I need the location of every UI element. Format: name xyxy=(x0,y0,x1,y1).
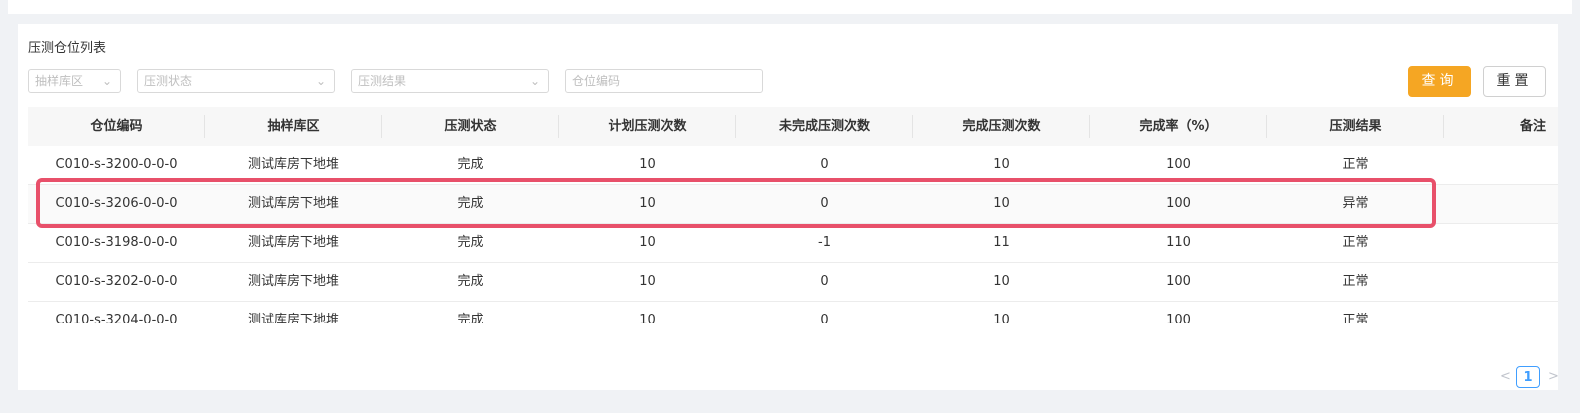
cell-finished: 10 xyxy=(993,274,1010,289)
pager-next-button[interactable]: > xyxy=(1548,366,1559,388)
col-header-unfinished: 未完成压测次数 xyxy=(736,107,913,146)
col-header-code: 仓位编码 xyxy=(28,107,205,146)
cell-code: C010-s-3200-0-0-0 xyxy=(55,157,178,172)
cell-finished: 10 xyxy=(993,157,1010,172)
cell-rate: 100 xyxy=(1166,274,1191,289)
chevron-down-icon: ⌄ xyxy=(529,74,540,88)
area-select-placeholder: 抽样库区 xyxy=(35,74,84,88)
cell-area: 测试库房下地堆 xyxy=(247,274,339,289)
cell-rate: 100 xyxy=(1166,313,1191,323)
cell-finished: 10 xyxy=(993,313,1010,323)
cell-unfinished: -1 xyxy=(818,235,831,250)
cell-unfinished: 0 xyxy=(820,157,829,172)
cell-status: 完成 xyxy=(457,274,484,289)
cell-code: C010-s-3202-0-0-0 xyxy=(55,274,178,289)
col-header-area: 抽样库区 xyxy=(205,107,382,146)
cell-unfinished: 0 xyxy=(820,196,829,211)
query-button[interactable]: 查询 xyxy=(1408,66,1471,97)
pager-current-page[interactable]: 1 xyxy=(1516,366,1540,388)
col-header-status: 压测状态 xyxy=(382,107,559,146)
col-header-finished: 完成压测次数 xyxy=(913,107,1090,146)
area-select[interactable]: 抽样库区 ⌄ xyxy=(28,69,121,93)
table-row[interactable]: C010-s-3200-0-0-0 测试库房下地堆 完成 10 0 10 100… xyxy=(28,146,1558,185)
top-panel xyxy=(8,0,1572,14)
cell-status: 完成 xyxy=(457,157,484,172)
col-header-rate: 完成率（%） xyxy=(1090,107,1267,146)
cell-unfinished: 0 xyxy=(820,313,829,323)
table-row[interactable]: C010-s-3204-0-0-0 测试库房下地堆 完成 10 0 10 100… xyxy=(28,302,1558,323)
cell-area: 测试库房下地堆 xyxy=(247,235,339,250)
code-input-placeholder: 仓位编码 xyxy=(572,74,621,88)
section-title: 压测仓位列表 xyxy=(28,41,107,56)
cell-area: 测试库房下地堆 xyxy=(247,157,339,172)
table-row[interactable]: C010-s-3202-0-0-0 测试库房下地堆 完成 10 0 10 100… xyxy=(28,263,1558,302)
cell-remark xyxy=(1444,224,1558,262)
cell-finished: 10 xyxy=(993,196,1010,211)
col-header-result: 压测结果 xyxy=(1267,107,1444,146)
cell-code: C010-s-3198-0-0-0 xyxy=(55,235,178,250)
position-table: 仓位编码 抽样库区 压测状态 计划压测次数 未完成压测次数 完成压测次数 完成率… xyxy=(28,107,1558,323)
cell-result: 正常 xyxy=(1342,157,1369,172)
position-list-panel: 压测仓位列表 抽样库区 ⌄ 压测状态 ⌄ 压测结果 ⌄ 仓位编码 查询 重置 仓… xyxy=(18,24,1559,390)
col-header-remark: 备注 xyxy=(1519,119,1546,134)
cell-area: 测试库房下地堆 xyxy=(247,196,339,211)
table-row[interactable]: C010-s-3198-0-0-0 测试库房下地堆 完成 10 -1 11 11… xyxy=(28,224,1558,263)
chevron-down-icon: ⌄ xyxy=(101,74,112,88)
cell-planned: 10 xyxy=(639,274,656,289)
cell-planned: 10 xyxy=(639,157,656,172)
cell-code: C010-s-3206-0-0-0 xyxy=(55,196,178,211)
cell-result: 正常 xyxy=(1342,235,1369,250)
cell-remark xyxy=(1444,185,1558,223)
cell-result: 异常 xyxy=(1342,196,1369,211)
cell-result: 正常 xyxy=(1342,313,1369,323)
cell-remark xyxy=(1444,263,1558,301)
cell-rate: 110 xyxy=(1166,235,1191,250)
reset-button[interactable]: 重置 xyxy=(1483,66,1546,97)
cell-remark xyxy=(1444,302,1558,323)
cell-rate: 100 xyxy=(1166,157,1191,172)
cell-rate: 100 xyxy=(1166,196,1191,211)
col-header-planned: 计划压测次数 xyxy=(559,107,736,146)
result-select[interactable]: 压测结果 ⌄ xyxy=(351,69,549,93)
cell-planned: 10 xyxy=(639,235,656,250)
cell-result: 正常 xyxy=(1342,274,1369,289)
chevron-down-icon: ⌄ xyxy=(315,74,326,88)
cell-unfinished: 0 xyxy=(820,274,829,289)
code-input[interactable]: 仓位编码 xyxy=(565,69,763,93)
table-row[interactable]: C010-s-3206-0-0-0 测试库房下地堆 完成 10 0 10 100… xyxy=(28,185,1558,224)
cell-planned: 10 xyxy=(639,313,656,323)
table-header: 仓位编码 抽样库区 压测状态 计划压测次数 未完成压测次数 完成压测次数 完成率… xyxy=(28,107,1558,146)
result-select-placeholder: 压测结果 xyxy=(358,74,407,88)
cell-planned: 10 xyxy=(639,196,656,211)
status-select[interactable]: 压测状态 ⌄ xyxy=(137,69,335,93)
cell-area: 测试库房下地堆 xyxy=(247,313,339,323)
cell-status: 完成 xyxy=(457,313,484,323)
pager-prev-button[interactable]: < xyxy=(1500,366,1511,388)
cell-finished: 11 xyxy=(993,235,1010,250)
status-select-placeholder: 压测状态 xyxy=(144,74,193,88)
cell-status: 完成 xyxy=(457,196,484,211)
cell-status: 完成 xyxy=(457,235,484,250)
cell-code: C010-s-3204-0-0-0 xyxy=(55,313,178,323)
cell-remark xyxy=(1444,146,1558,184)
